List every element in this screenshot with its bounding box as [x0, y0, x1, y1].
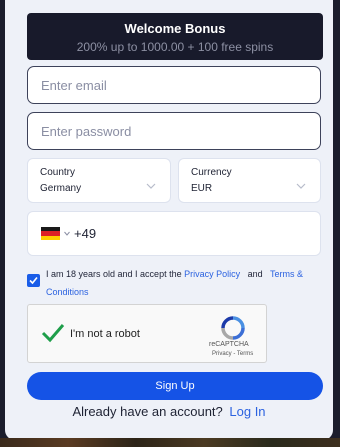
chevron-down-icon[interactable]: [64, 231, 70, 236]
recaptcha-widget[interactable]: I'm not a robot reCAPTCHA Privacy - Term…: [27, 304, 267, 363]
phone-field[interactable]: +49: [27, 211, 321, 256]
terms-and: and: [247, 269, 263, 279]
checkmark-icon: [29, 276, 38, 285]
privacy-policy-link[interactable]: Privacy Policy: [184, 269, 240, 279]
login-prompt: Already have an account? Log In: [5, 404, 333, 419]
currency-value: EUR: [191, 183, 213, 194]
recaptcha-checkmark-icon[interactable]: [41, 323, 65, 343]
email-placeholder: Enter email: [41, 77, 107, 93]
welcome-bonus-banner: Welcome Bonus 200% up to 1000.00 + 100 f…: [27, 13, 323, 60]
password-placeholder: Enter password: [41, 123, 132, 139]
terms-statement: I am 18 years old and I accept the: [46, 269, 182, 279]
recaptcha-logo-icon: [221, 316, 245, 340]
age-terms-checkbox[interactable]: [27, 274, 40, 287]
bonus-subtitle: 200% up to 1000.00 + 100 free spins: [76, 40, 274, 54]
terms-text: I am 18 years old and I accept the Priva…: [46, 265, 321, 301]
currency-select[interactable]: Currency EUR: [178, 158, 321, 203]
country-label: Country: [40, 167, 76, 178]
chevron-down-icon: [146, 183, 156, 189]
registration-panel: Welcome Bonus 200% up to 1000.00 + 100 f…: [5, 0, 333, 440]
game-thumbnails-strip: [0, 438, 340, 447]
recaptcha-links[interactable]: Privacy - Terms: [212, 351, 253, 357]
country-value: Germany: [40, 183, 82, 194]
password-field[interactable]: Enter password: [27, 112, 321, 150]
recaptcha-brand: reCAPTCHA: [209, 341, 249, 348]
recaptcha-label: I'm not a robot: [70, 328, 140, 340]
log-in-link[interactable]: Log In: [229, 404, 265, 419]
bonus-title: Welcome Bonus: [124, 21, 226, 36]
email-field[interactable]: Enter email: [27, 66, 321, 104]
sign-up-button[interactable]: Sign Up: [27, 372, 323, 400]
dial-code: +49: [74, 226, 97, 241]
germany-flag-icon[interactable]: [41, 227, 60, 240]
account-question: Already have an account?: [72, 404, 223, 419]
country-select[interactable]: Country Germany: [27, 158, 171, 203]
chevron-down-icon: [296, 183, 306, 189]
currency-label: Currency: [191, 167, 232, 178]
